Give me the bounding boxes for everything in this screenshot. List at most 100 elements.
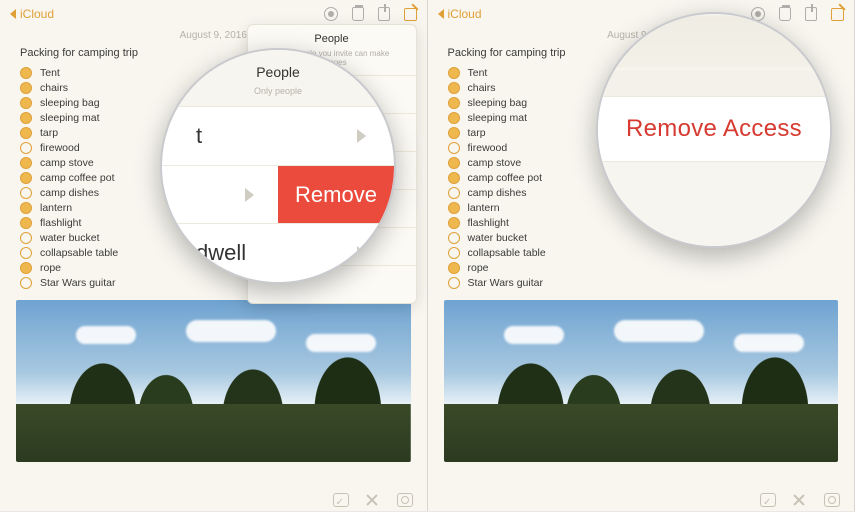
checkbox-circle-icon[interactable]: [448, 97, 460, 109]
checkbox-circle-icon[interactable]: [20, 172, 32, 184]
people-icon[interactable]: [324, 7, 338, 21]
compose-icon[interactable]: [404, 8, 417, 21]
checkbox-circle-icon[interactable]: [20, 232, 32, 244]
checklist-item-label: tarp: [468, 127, 486, 139]
chevron-left-icon: [10, 9, 16, 19]
checkbox-circle-icon[interactable]: [448, 172, 460, 184]
popover-subtitle: Only people: [162, 86, 394, 106]
checkbox-circle-icon[interactable]: [20, 262, 32, 274]
checkbox-circle-icon[interactable]: [448, 67, 460, 79]
checkbox-circle-icon[interactable]: [448, 187, 460, 199]
sketch-icon[interactable]: [365, 493, 381, 507]
nav-actions: [324, 7, 417, 21]
checklist-item-label: chairs: [468, 82, 496, 94]
checklist-item-label: camp coffee pot: [468, 172, 543, 184]
checklist-item-label: rope: [468, 262, 489, 274]
back-label: iCloud: [20, 7, 54, 21]
checkbox-circle-icon[interactable]: [448, 217, 460, 229]
back-button[interactable]: iCloud: [438, 7, 482, 21]
checklist-item-label: Tent: [40, 67, 60, 79]
chevron-left-icon: [438, 9, 444, 19]
person-row[interactable]: t: [162, 106, 394, 165]
checkbox-circle-icon[interactable]: [448, 277, 460, 289]
magnifier-remove-swipe: People Only people t Remove dwell: [160, 48, 396, 284]
checklist-item-label: collapsable table: [468, 247, 546, 259]
checklist-item[interactable]: collapsable table: [448, 245, 835, 260]
checklist-item-label: Star Wars guitar: [468, 277, 543, 289]
checkbox-circle-icon[interactable]: [20, 142, 32, 154]
checkbox-circle-icon[interactable]: [448, 127, 460, 139]
trash-icon[interactable]: [352, 7, 364, 21]
checklist-item-label: collapsable table: [40, 247, 118, 259]
checklist-item-label: sleeping bag: [468, 97, 528, 109]
checkbox-circle-icon[interactable]: [20, 217, 32, 229]
person-row-swiped[interactable]: Remove: [162, 165, 394, 224]
remove-label: Remove: [295, 182, 377, 208]
remove-button[interactable]: Remove: [278, 166, 394, 224]
checklist-item-label: sleeping bag: [40, 97, 100, 109]
checklist-item-label: camp dishes: [40, 187, 99, 199]
checkbox-circle-icon[interactable]: [20, 67, 32, 79]
checklist-icon[interactable]: [760, 493, 776, 507]
remove-access-label: Remove Access: [626, 115, 802, 143]
chevron-right-icon: [245, 188, 254, 202]
checklist-item-label: water bucket: [468, 232, 528, 244]
camera-icon[interactable]: [397, 493, 413, 507]
sketch-icon[interactable]: [792, 493, 808, 507]
person-name-fragment: t: [196, 123, 202, 149]
camera-icon[interactable]: [824, 493, 840, 507]
checklist-item-label: flashlight: [40, 217, 81, 229]
checkbox-circle-icon[interactable]: [20, 202, 32, 214]
share-icon[interactable]: [378, 7, 390, 21]
back-button[interactable]: iCloud: [10, 7, 54, 21]
magnifier-remove-access: Remove Access: [596, 12, 832, 248]
note-photo[interactable]: [16, 300, 411, 462]
remove-access-button[interactable]: Remove Access: [598, 96, 830, 162]
checkbox-circle-icon[interactable]: [448, 157, 460, 169]
checklist-item-label: rope: [40, 262, 61, 274]
checkbox-circle-icon[interactable]: [448, 142, 460, 154]
checklist-item-label: sleeping mat: [40, 112, 100, 124]
checklist-item-label: camp stove: [40, 157, 94, 169]
checklist-item-label: Tent: [468, 67, 488, 79]
checkbox-circle-icon[interactable]: [20, 82, 32, 94]
checkbox-circle-icon[interactable]: [20, 112, 32, 124]
checkbox-circle-icon[interactable]: [448, 202, 460, 214]
checklist-item-label: flashlight: [468, 217, 509, 229]
checklist-item-label: camp stove: [468, 157, 522, 169]
checkbox-circle-icon[interactable]: [448, 82, 460, 94]
checkbox-circle-icon[interactable]: [20, 157, 32, 169]
checklist-item-label: lantern: [468, 202, 500, 214]
checklist-item-label: chairs: [40, 82, 68, 94]
checkbox-circle-icon[interactable]: [448, 262, 460, 274]
popover-title: People: [248, 25, 416, 49]
checklist-item-label: water bucket: [40, 232, 100, 244]
checklist-item-label: lantern: [40, 202, 72, 214]
checkbox-circle-icon[interactable]: [448, 112, 460, 124]
checkbox-circle-icon[interactable]: [448, 247, 460, 259]
checklist-icon[interactable]: [333, 493, 349, 507]
bottom-toolbar: [760, 493, 840, 507]
checklist-item-label: camp dishes: [468, 187, 527, 199]
bottom-toolbar: [333, 493, 413, 507]
checklist-item-label: camp coffee pot: [40, 172, 115, 184]
compose-icon[interactable]: [831, 8, 844, 21]
chevron-right-icon: [357, 129, 366, 143]
checklist-item-label: firewood: [468, 142, 508, 154]
blurred-region: [598, 14, 830, 70]
checklist-item-label: tarp: [40, 127, 58, 139]
note-photo[interactable]: [444, 300, 839, 462]
checkbox-circle-icon[interactable]: [20, 277, 32, 289]
checklist-item[interactable]: rope: [448, 260, 835, 275]
checklist-item[interactable]: water bucket: [448, 230, 835, 245]
checkbox-circle-icon[interactable]: [20, 187, 32, 199]
checkbox-circle-icon[interactable]: [20, 127, 32, 139]
checklist-item-label: Star Wars guitar: [40, 277, 115, 289]
checkbox-circle-icon[interactable]: [20, 247, 32, 259]
checkbox-circle-icon[interactable]: [448, 232, 460, 244]
checklist-item-label: sleeping mat: [468, 112, 528, 124]
checklist-item-label: firewood: [40, 142, 80, 154]
checkbox-circle-icon[interactable]: [20, 97, 32, 109]
checklist-item[interactable]: Star Wars guitar: [448, 275, 835, 290]
back-label: iCloud: [448, 7, 482, 21]
